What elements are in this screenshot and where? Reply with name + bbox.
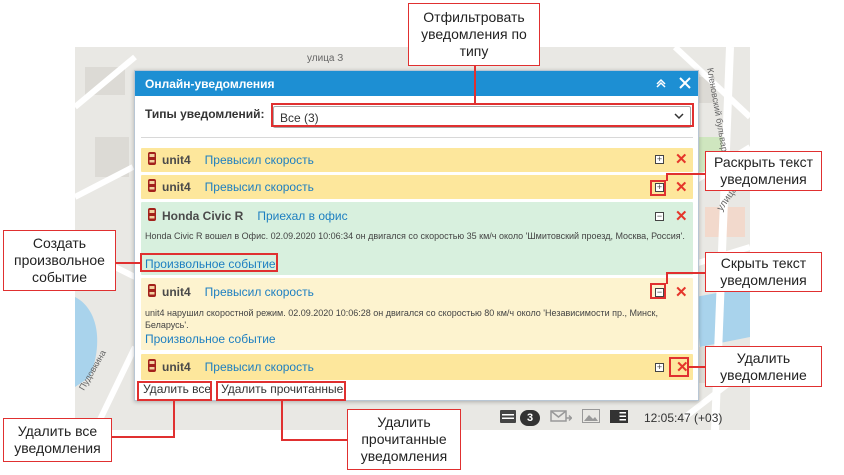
callout-text: Создать произвольное событие	[14, 235, 105, 285]
callout-text: Удалить прочитанные уведомления	[360, 414, 448, 464]
street-label: улица З	[307, 53, 344, 64]
notification-header: unit4 Превысил скорость	[147, 359, 314, 375]
delete-icon[interactable]: ✕	[675, 180, 688, 195]
event-name[interactable]: Приехал в офис	[257, 209, 347, 223]
unit-name: unit4	[162, 285, 191, 299]
event-name[interactable]: Превысил скорость	[205, 153, 314, 167]
layout-icon[interactable]	[610, 409, 628, 426]
callout-custom-event: Создать произвольное событие	[3, 230, 116, 291]
connector-line	[281, 439, 347, 441]
collapse-highlight	[650, 283, 666, 299]
car-icon	[147, 358, 157, 376]
notification-header: unit4 Превысил скорость	[147, 152, 314, 168]
notification-item[interactable]: unit4 Превысил скорость − ✕ unit4 наруши…	[141, 278, 693, 350]
image-icon[interactable]	[582, 409, 600, 426]
delete-icon[interactable]: ✕	[675, 285, 688, 300]
notification-header: unit4 Превысил скорость	[147, 179, 314, 195]
callout-expand: Раскрыть текст уведомления	[705, 151, 822, 191]
connector-line	[116, 262, 141, 264]
annotated-screenshot: улица З Кленовский бульвар улица Б Пудов…	[0, 0, 844, 475]
callout-text: Скрыть текст уведомления	[720, 255, 807, 288]
notification-item[interactable]: unit4 Превысил скорость + ✕	[141, 354, 693, 380]
callout-text: Удалить уведомление	[720, 349, 807, 383]
connector-line	[666, 173, 668, 181]
connector-line	[112, 436, 175, 438]
callout-text: Удалить все уведомления	[14, 423, 101, 456]
notifications-count-badge: 3	[520, 409, 540, 426]
server-time: 12:05:47 (+03)	[644, 410, 723, 425]
delete-read-highlight	[216, 381, 346, 401]
delete-icon[interactable]: ✕	[675, 152, 688, 167]
messages-icon[interactable]	[550, 409, 573, 426]
callout-filter: Отфильтровать уведомления по типу	[408, 3, 540, 66]
delete-icon[interactable]: ✕	[675, 209, 688, 224]
collapse-window-icon[interactable]	[653, 75, 669, 91]
notification-text: unit4 нарушил скоростной режим. 02.09.20…	[145, 308, 658, 330]
connector-line	[474, 66, 476, 103]
unit-name: unit4	[162, 180, 191, 194]
notification-header: Honda Civic R Приехал в офис	[147, 208, 348, 224]
callout-text: Отфильтровать уведомления по типу	[421, 9, 527, 59]
delete-highlight	[669, 357, 689, 377]
car-icon	[147, 151, 157, 169]
close-window-icon[interactable]	[677, 75, 693, 91]
unit-name: unit4	[162, 360, 191, 374]
custom-event-highlight	[140, 253, 278, 272]
expand-icon[interactable]: +	[655, 155, 664, 164]
connector-line	[666, 272, 706, 274]
notification-item[interactable]: unit4 Превысил скорость + ✕	[141, 148, 693, 172]
expand-icon[interactable]: +	[655, 363, 664, 372]
connector-line	[281, 401, 283, 441]
car-icon	[147, 283, 157, 301]
filter-row: Типы уведомлений:	[145, 107, 264, 121]
event-name[interactable]: Превысил скорость	[205, 285, 314, 299]
connector-line	[666, 272, 668, 284]
notification-item[interactable]: unit4 Превысил скорость + ✕	[141, 175, 693, 199]
notification-header: unit4 Превысил скорость	[147, 284, 314, 300]
collapse-icon[interactable]: −	[655, 212, 664, 221]
notification-text: Honda Civic R вошел в Офис. 02.09.2020 1…	[145, 231, 685, 241]
window-title: Онлайн-уведомления	[145, 76, 275, 91]
unit-name: Honda Civic R	[162, 209, 244, 223]
expand-highlight	[650, 180, 666, 196]
custom-event-link[interactable]: Произвольное событие	[145, 332, 276, 346]
delete-all-highlight	[137, 381, 212, 401]
filter-highlight	[271, 103, 694, 127]
connector-line	[173, 401, 175, 437]
connector-line	[666, 173, 706, 175]
unit-name: unit4	[162, 153, 191, 167]
callout-delete-all: Удалить все уведомления	[3, 418, 112, 462]
filter-label: Типы уведомлений:	[145, 107, 265, 121]
car-icon	[147, 207, 157, 225]
callout-text: Раскрыть текст уведомления	[714, 154, 813, 187]
notifications-icon[interactable]	[500, 409, 516, 426]
callout-delete-one: Удалить уведомление	[705, 346, 822, 387]
divider	[141, 137, 693, 138]
bottom-status-bar: 3 12:05:47 (+03)	[475, 405, 750, 430]
event-name[interactable]: Превысил скорость	[205, 180, 314, 194]
callout-delete-read: Удалить прочитанные уведомления	[347, 409, 461, 470]
connector-line	[689, 366, 705, 368]
window-titlebar[interactable]: Онлайн-уведомления	[135, 71, 698, 96]
callout-collapse: Скрыть текст уведомления	[705, 252, 822, 292]
event-name[interactable]: Превысил скорость	[205, 360, 314, 374]
car-icon	[147, 178, 157, 196]
